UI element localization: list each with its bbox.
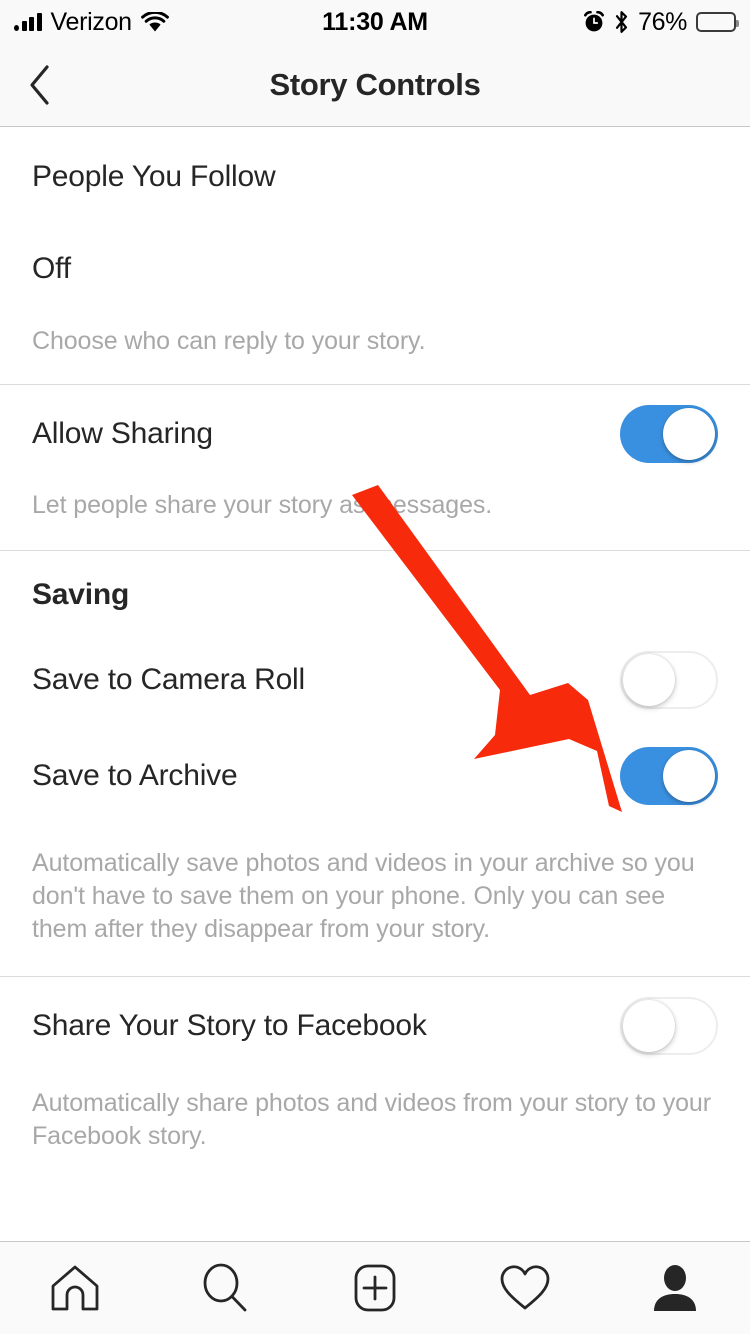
- section-description: Automatically share photos and videos fr…: [32, 1089, 711, 1150]
- status-bar-left: Verizon: [14, 7, 169, 36]
- row-label: Save to Camera Roll: [32, 663, 305, 696]
- profile-icon: [651, 1263, 699, 1313]
- wifi-icon: [140, 11, 169, 33]
- battery-icon: [696, 12, 739, 32]
- bluetooth-icon: [614, 10, 629, 34]
- save-to-archive-toggle[interactable]: [620, 747, 718, 805]
- row-saving-header: Saving: [0, 569, 750, 621]
- chevron-left-icon: [27, 63, 53, 107]
- row-label: Save to Archive: [32, 759, 238, 792]
- carrier-label: Verizon: [50, 7, 133, 36]
- row-label: Share Your Story to Facebook: [32, 1009, 427, 1042]
- back-button[interactable]: [0, 44, 80, 126]
- home-icon: [49, 1263, 101, 1313]
- section-header: Saving: [32, 578, 130, 611]
- save-to-camera-roll-toggle[interactable]: [620, 651, 718, 709]
- alarm-clock-icon: [583, 11, 605, 33]
- section-saving: Saving Save to Camera Roll Save to Archi…: [0, 551, 750, 977]
- section-description: Choose who can reply to your story.: [32, 327, 426, 355]
- section-description: Automatically save photos and videos in …: [32, 849, 695, 943]
- row-people-you-follow[interactable]: People You Follow: [0, 149, 750, 205]
- section-replying: People You Follow Off Choose who can rep…: [0, 127, 750, 385]
- row-off[interactable]: Off: [0, 241, 750, 297]
- bottom-tab-bar: [0, 1241, 750, 1334]
- section-share-to-facebook: Share Your Story to Facebook Automatical…: [0, 977, 750, 1179]
- search-icon: [199, 1262, 251, 1314]
- status-bar-right: 76%: [583, 7, 739, 37]
- section-description: Let people share your story as messages.: [32, 491, 493, 519]
- allow-sharing-toggle[interactable]: [620, 405, 718, 463]
- heart-icon: [498, 1263, 552, 1313]
- row-allow-sharing[interactable]: Allow Sharing: [0, 401, 750, 467]
- tab-home[interactable]: [0, 1242, 150, 1334]
- row-label: Off: [32, 252, 71, 285]
- row-label: Allow Sharing: [32, 417, 213, 450]
- battery-percent-label: 76%: [638, 7, 687, 36]
- row-save-to-camera-roll[interactable]: Save to Camera Roll: [0, 647, 750, 713]
- row-share-your-story-to-facebook[interactable]: Share Your Story to Facebook: [0, 993, 750, 1059]
- tab-search[interactable]: [150, 1242, 300, 1334]
- navigation-bar: Story Controls: [0, 44, 750, 127]
- settings-content: People You Follow Off Choose who can rep…: [0, 127, 750, 1179]
- tab-add[interactable]: [300, 1242, 450, 1334]
- row-save-to-archive[interactable]: Save to Archive: [0, 743, 750, 809]
- status-bar: Verizon 11:30 AM 76%: [0, 0, 750, 44]
- share-to-facebook-toggle[interactable]: [620, 997, 718, 1055]
- tab-activity[interactable]: [450, 1242, 600, 1334]
- section-allow-sharing: Allow Sharing Let people share your stor…: [0, 385, 750, 551]
- page-title: Story Controls: [269, 67, 481, 102]
- row-label: People You Follow: [32, 160, 276, 193]
- tab-profile[interactable]: [600, 1242, 750, 1334]
- signal-bars-icon: [14, 12, 42, 31]
- add-post-icon: [350, 1263, 400, 1313]
